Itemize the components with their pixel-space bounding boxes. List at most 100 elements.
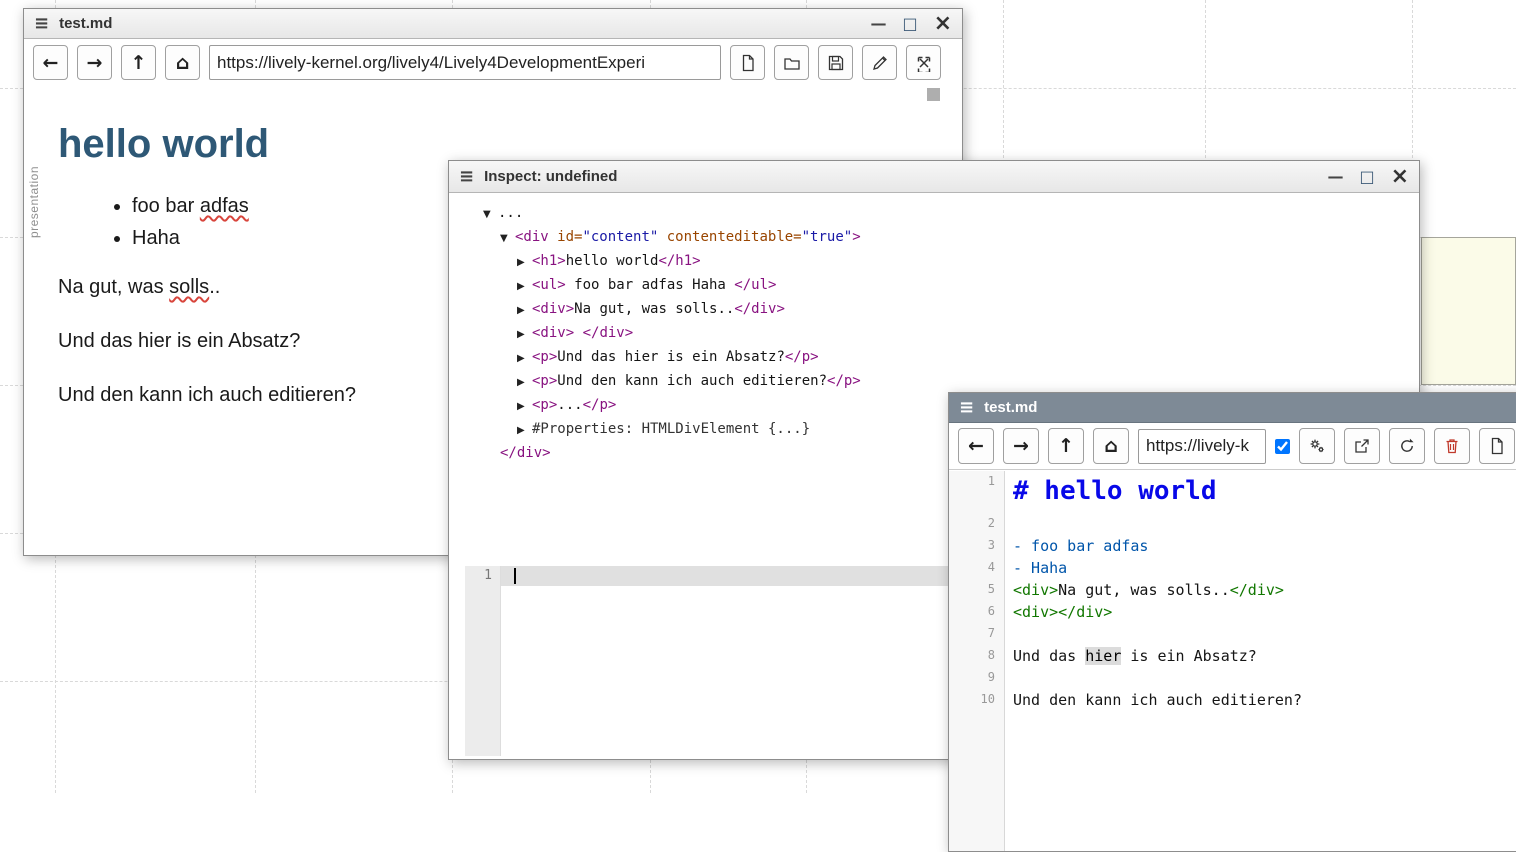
delete-button[interactable]: [1434, 428, 1470, 464]
tree-node[interactable]: ▶<ul> foo bar adfas Haha </ul>: [449, 274, 1419, 298]
misspelled-word: adfas: [200, 195, 249, 217]
editor-line[interactable]: 6<div></div>: [949, 601, 1516, 623]
editor-line[interactable]: 5<div>Na gut, was solls..</div>: [949, 579, 1516, 601]
line-text: [1005, 513, 1013, 535]
tree-node[interactable]: ▶<p>Und den kann ich auch editieren?</p>: [449, 370, 1419, 394]
open-external-button[interactable]: [1344, 428, 1380, 464]
open-folder-button[interactable]: [774, 45, 809, 80]
close-icon[interactable]: ×: [1391, 166, 1409, 188]
inspector-code-editor[interactable]: 1: [465, 566, 965, 756]
line-number: 4: [949, 557, 1005, 579]
resize-handle[interactable]: [927, 88, 940, 101]
line-number: 1: [484, 568, 492, 583]
tree-node[interactable]: ▶<div> </div>: [449, 322, 1419, 346]
line-text: ▶ #Properties: HTMLDivElement {...}: [517, 421, 810, 437]
line-text: ▼<div id="content" contenteditable="true…: [500, 229, 861, 245]
back-button[interactable]: ←: [33, 45, 68, 80]
tree-node[interactable]: ▼...: [449, 202, 1419, 226]
syntax-segment: <div>: [532, 325, 574, 341]
tree-node[interactable]: ▼<div id="content" contenteditable="true…: [449, 226, 1419, 250]
line-number: 8: [949, 645, 1005, 667]
syntax-segment: ▶: [517, 276, 532, 298]
line-text: Und das hier is ein Absatz?: [1005, 645, 1257, 667]
line-number-gutter: 1: [465, 566, 501, 756]
syntax-segment: ▼: [500, 228, 515, 250]
menu-icon[interactable]: ≡: [459, 166, 474, 187]
maximize-icon[interactable]: □: [902, 16, 917, 32]
editor-line[interactable]: 3- foo bar adfas: [949, 535, 1516, 557]
tree-node[interactable]: ▶<p>Und das hier is ein Absatz?</p>: [449, 346, 1419, 370]
home-button[interactable]: ⌂: [165, 45, 200, 80]
syntax-segment: <ul>: [532, 277, 566, 293]
syntax-segment: ...: [498, 205, 523, 221]
yellow-note-panel[interactable]: [1421, 237, 1516, 385]
syntax-segment: <p>: [532, 349, 557, 365]
syntax-segment: ▼: [483, 204, 498, 226]
syntax-segment: is ein Absatz?: [1121, 647, 1256, 665]
syntax-segment: foo bar adfas Haha: [566, 277, 735, 293]
syntax-segment: Und den kann ich auch editieren?: [557, 373, 827, 389]
syntax-segment: <div>: [1013, 581, 1058, 599]
syntax-segment: <p>: [532, 373, 557, 389]
line-number: 1: [949, 471, 1005, 513]
syntax-segment: hello world: [566, 253, 659, 269]
window-title: test.md: [59, 15, 112, 32]
syntax-segment: >: [852, 229, 860, 245]
forward-button[interactable]: →: [77, 45, 112, 80]
save-icon: [827, 54, 845, 72]
home-button[interactable]: ⌂: [1093, 428, 1129, 464]
editor-line[interactable]: 1# hello world: [949, 471, 1516, 513]
new-file-icon: [1488, 437, 1506, 455]
tree-node[interactable]: ▶<h1>hello world</h1>: [449, 250, 1419, 274]
titlebar[interactable]: ≡ Inspect: undefined — □ ×: [449, 161, 1419, 193]
editor-line[interactable]: 10Und den kann ich auch editieren?: [949, 689, 1516, 711]
line-number: 7: [949, 623, 1005, 645]
menu-icon[interactable]: ≡: [34, 13, 49, 34]
pencil-icon: [871, 54, 889, 72]
window-title: test.md: [984, 399, 1037, 416]
settings-button[interactable]: [1299, 428, 1335, 464]
url-input[interactable]: [1138, 429, 1266, 464]
up-button[interactable]: ↑: [121, 45, 156, 80]
syntax-segment: </p>: [583, 397, 617, 413]
syntax-segment: id=: [557, 229, 582, 245]
syntax-segment: - Haha: [1013, 559, 1067, 577]
active-line[interactable]: [501, 566, 965, 586]
editor-line[interactable]: 8Und das hier is ein Absatz?: [949, 645, 1516, 667]
back-button[interactable]: ←: [958, 428, 994, 464]
close-icon[interactable]: ×: [934, 13, 952, 35]
code-editor[interactable]: 1# hello world23- foo bar adfas4 - Haha 5<…: [949, 471, 1516, 851]
maximize-icon[interactable]: □: [1359, 169, 1374, 185]
syntax-segment: <h1>: [532, 253, 566, 269]
editor-line[interactable]: 9: [949, 667, 1516, 689]
up-button[interactable]: ↑: [1048, 428, 1084, 464]
syntax-segment: Und das hier is ein Absatz?: [557, 349, 785, 365]
syntax-segment: ▶: [517, 372, 532, 394]
syntax-segment: Und den kann ich auch editieren?: [1013, 691, 1302, 709]
new-file-button[interactable]: [730, 45, 765, 80]
browser-toolbar: ← → ↑ ⌂: [24, 39, 962, 86]
tree-node[interactable]: ▶<div>Na gut, was solls..</div>: [449, 298, 1419, 322]
edit-button[interactable]: [862, 45, 897, 80]
editor-line[interactable]: 4 - Haha: [949, 557, 1516, 579]
menu-icon[interactable]: ≡: [959, 397, 974, 418]
reload-button[interactable]: [1389, 428, 1425, 464]
minimize-icon[interactable]: —: [870, 16, 886, 32]
editor-line[interactable]: 2: [949, 513, 1516, 535]
save-button[interactable]: [818, 45, 853, 80]
new-file-button[interactable]: [1479, 428, 1515, 464]
titlebar[interactable]: ≡ test.md: [949, 393, 1516, 423]
forward-button[interactable]: →: [1003, 428, 1039, 464]
minimize-icon[interactable]: —: [1327, 169, 1343, 185]
line-text: [1005, 623, 1013, 645]
option-checkbox[interactable]: [1275, 439, 1290, 454]
titlebar[interactable]: ≡ test.md — □ ×: [24, 9, 962, 39]
line-text: Und den kann ich auch editieren?: [1005, 689, 1302, 711]
syntax-segment: ▶: [517, 300, 532, 322]
url-input[interactable]: [209, 45, 721, 80]
syntax-segment: </div>: [734, 301, 785, 317]
fullscreen-button[interactable]: [906, 45, 941, 80]
syntax-segment: <div>: [1013, 603, 1058, 621]
editor-line[interactable]: 7: [949, 623, 1516, 645]
syntax-segment: </div>: [500, 445, 551, 461]
